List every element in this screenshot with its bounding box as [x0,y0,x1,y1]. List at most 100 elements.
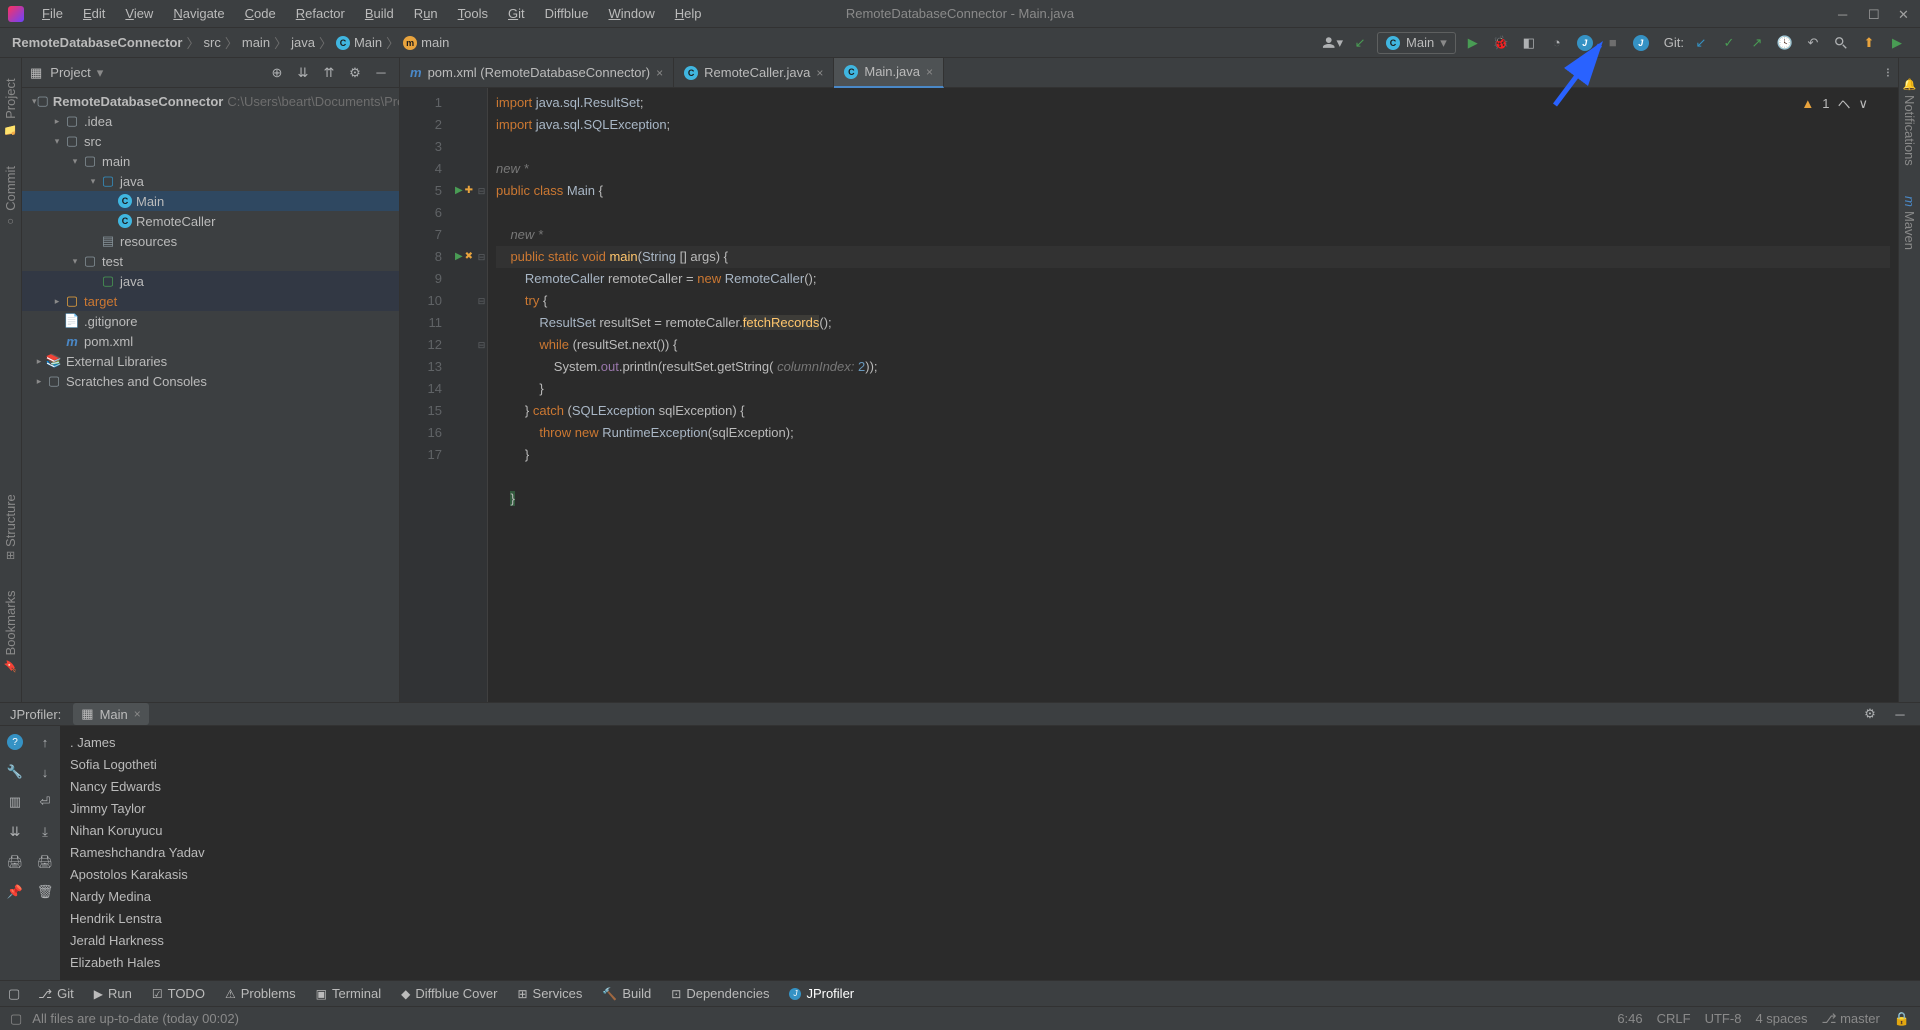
vcs-commit-icon[interactable]: ✓ [1718,32,1740,54]
menu-refactor[interactable]: Refactor [288,3,353,24]
scroll-down-icon[interactable]: ↓ [35,762,55,782]
tab-build[interactable]: 🔨 Build [594,984,659,1003]
code-area[interactable]: import java.sql.ResultSet; import java.s… [488,88,1898,702]
vcs-push-icon[interactable]: ↗ [1746,32,1768,54]
jprofiler-info-icon[interactable]: ? [5,732,25,752]
tab-dependencies[interactable]: ⊡ Dependencies [663,984,777,1003]
run-icon[interactable]: ▶ [1462,32,1484,54]
user-icon[interactable]: ▾ [1321,32,1343,54]
crumb-java[interactable]: java [291,35,315,50]
fold-icon[interactable]: ⊟ [476,334,487,356]
tree-resources[interactable]: ▤resources [22,231,399,251]
jprofiler-screen-icon[interactable]: ▥ [5,792,25,812]
vcs-update-icon[interactable]: ↙ [1690,32,1712,54]
scroll-up-icon[interactable]: ↑ [35,732,55,752]
gutter-structure[interactable]: ⊞ Structure [3,494,18,560]
tab-services[interactable]: ⊞ Services [509,984,590,1003]
run-class-icon[interactable]: ▶ [455,180,463,202]
jprofiler-session-tab[interactable]: ▦ Main × [73,703,149,725]
tab-remotecaller[interactable]: CRemoteCaller.java× [674,58,834,88]
diffblue-gutter-icon[interactable]: ✚ [465,180,473,202]
menu-window[interactable]: Window [600,3,662,24]
next-highlight-icon[interactable]: ∨ [1858,96,1868,112]
maximize-button[interactable]: ☐ [1868,7,1882,21]
menu-code[interactable]: Code [237,3,284,24]
tab-jprofiler[interactable]: J JProfiler [781,984,862,1003]
jprofiler-wrench-icon[interactable]: 🔧 [5,762,25,782]
tree-test[interactable]: ▾▢test [22,251,399,271]
gutter-notifications[interactable]: 🔔 Notifications [1902,78,1917,166]
tree-java[interactable]: ▾▢java [22,171,399,191]
panel-hide-icon[interactable]: ─ [1890,704,1910,724]
minimize-button[interactable]: ─ [1838,7,1852,21]
search-icon[interactable] [1830,32,1852,54]
crumb-class[interactable]: Main [354,35,382,50]
menu-run[interactable]: Run [406,3,446,24]
fold-icon[interactable]: ⊟ [476,180,487,202]
diffblue-gutter-icon[interactable]: ✖ [465,246,473,268]
jprofiler-attach-icon[interactable]: J [1630,32,1652,54]
vcs-rollback-icon[interactable]: ↶ [1802,32,1824,54]
tree-extlib[interactable]: ▸📚External Libraries [22,351,399,371]
collapse-all-icon[interactable]: ⇈ [319,63,339,83]
fold-icon[interactable]: ⊟ [476,246,487,268]
vcs-history-icon[interactable]: 🕓 [1774,32,1796,54]
tree-gitignore[interactable]: 📄.gitignore [22,311,399,331]
crumb-project[interactable]: RemoteDatabaseConnector [12,35,183,50]
menu-git[interactable]: Git [500,3,533,24]
gutter-maven[interactable]: m Maven [1902,196,1917,250]
ide-update-icon[interactable]: ⬆ [1858,32,1880,54]
fold-icon[interactable]: ⊟ [476,290,487,312]
hide-icon[interactable]: ─ [371,63,391,83]
line-separator[interactable]: CRLF [1657,1011,1691,1027]
menu-build[interactable]: Build [357,3,402,24]
tab-todo[interactable]: ☑ TODO [144,984,213,1003]
tab-terminal[interactable]: ▣ Terminal [308,984,389,1003]
code-editor[interactable]: 1234567891011121314151617 ▶✚ ▶✖ ⊟ ⊟ ⊟⊟ i… [400,88,1898,702]
settings-icon[interactable]: ⚙ [345,63,365,83]
panel-settings-icon[interactable]: ⚙ [1860,704,1880,724]
menu-view[interactable]: View [117,3,161,24]
profile-icon[interactable]: ◔ [1546,32,1568,54]
gutter-project[interactable]: 📁 Project [3,78,18,136]
tree-scratches[interactable]: ▸▢Scratches and Consoles [22,371,399,391]
menu-tools[interactable]: Tools [450,3,496,24]
soft-wrap-icon[interactable]: ⏎ [35,792,55,812]
tree-src[interactable]: ▾▢src [22,131,399,151]
close-icon[interactable]: × [816,66,823,80]
jprofiler-down-icon[interactable]: ⇊ [5,822,25,842]
quick-access-icon[interactable]: ▢ [8,986,20,1002]
gutter-bookmarks[interactable]: 🔖 Bookmarks [3,590,18,672]
tab-git[interactable]: ⎇ Git [30,984,81,1003]
gutter-commit[interactable]: ○ Commit [3,166,18,227]
select-opened-icon[interactable]: ⊕ [267,63,287,83]
tab-problems[interactable]: ⚠ Problems [217,984,304,1003]
jprofiler-pin-icon[interactable]: 📌 [5,882,25,902]
tree-remotecaller[interactable]: CRemoteCaller [22,211,399,231]
console-output[interactable]: . James Sofia Logotheti Nancy Edwards Ji… [60,726,1920,980]
git-branch[interactable]: ⎇ master [1821,1011,1879,1027]
prev-highlight-icon[interactable]: ヘ [1837,94,1850,113]
back-icon[interactable]: ↙ [1349,32,1371,54]
close-icon[interactable]: × [656,66,663,80]
expand-all-icon[interactable]: ⇊ [293,63,313,83]
run-config-select[interactable]: C Main ▾ [1377,32,1456,54]
crumb-src[interactable]: src [204,35,221,50]
tab-run[interactable]: ▶ Run [86,984,140,1003]
tree-main-class[interactable]: CMain [22,191,399,211]
close-icon[interactable]: × [134,707,141,721]
print-icon[interactable]: 🖨 [35,852,55,872]
indent[interactable]: 4 spaces [1755,1011,1807,1027]
menu-edit[interactable]: Edit [75,3,113,24]
menu-file[interactable]: File [34,3,71,24]
menu-help[interactable]: Help [667,3,710,24]
tab-diffblue[interactable]: ◆ Diffblue Cover [393,984,505,1003]
debug-icon[interactable]: 🐞 [1490,32,1512,54]
coverage-icon[interactable]: ◧ [1518,32,1540,54]
run-method-icon[interactable]: ▶ [455,246,463,268]
scroll-end-icon[interactable]: ⤓ [35,822,55,842]
tree-test-java[interactable]: ▢java [22,271,399,291]
crumb-method[interactable]: main [421,35,449,50]
jprofiler-print-icon[interactable]: 🖨 [5,852,25,872]
close-button[interactable]: ✕ [1898,7,1912,21]
